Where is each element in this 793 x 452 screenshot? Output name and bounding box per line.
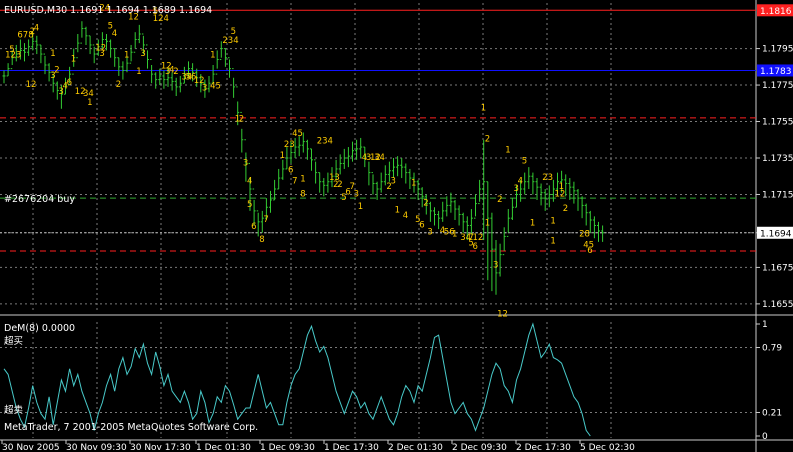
price-tick-label: 1.1735 bbox=[762, 154, 793, 164]
wave-count-label: 8 bbox=[259, 235, 264, 245]
overbought-label: 超买 bbox=[4, 335, 23, 347]
price-tick-label: 1.1655 bbox=[762, 300, 793, 310]
wave-count-label: 1 bbox=[395, 206, 400, 216]
wave-count-label: 1 bbox=[280, 151, 285, 161]
wave-count-label: 28 bbox=[579, 229, 590, 239]
wave-count-label: 6 bbox=[288, 166, 293, 176]
wave-count-label: 1 bbox=[559, 182, 564, 192]
price-tag-label: 1.1783 bbox=[760, 67, 792, 77]
time-tick-label: 2 Dec 01:30 bbox=[388, 443, 443, 452]
indicator-tick-label: 0.21 bbox=[762, 408, 782, 418]
wave-count-label: 5 bbox=[522, 156, 527, 166]
wave-count-label: 1 bbox=[71, 54, 76, 64]
wave-count-label: 7 bbox=[263, 215, 268, 225]
wave-count-label: 23 bbox=[284, 140, 295, 150]
wave-count-label: 4 bbox=[34, 23, 39, 33]
wave-count-label: 23 bbox=[542, 173, 553, 183]
wave-count-label: 1 bbox=[87, 98, 92, 108]
wave-count-label: 8 bbox=[300, 189, 305, 199]
wave-count-label: 45 bbox=[292, 129, 303, 139]
wave-count-label: 1 bbox=[452, 229, 457, 239]
wave-count-label: 1 bbox=[485, 218, 490, 228]
wave-count-label: 5 bbox=[9, 45, 14, 55]
wave-count-label: 3 bbox=[493, 260, 498, 270]
wave-count-label: 6 bbox=[473, 242, 478, 252]
wave-count-label: 5 bbox=[231, 27, 236, 37]
wave-count-label: 2 bbox=[173, 67, 178, 77]
wave-count-label: 1 bbox=[530, 218, 535, 228]
wave-count-label: 3 bbox=[202, 84, 207, 94]
wave-count-label: 234 bbox=[317, 136, 333, 146]
wave-count-label: 7 bbox=[292, 177, 297, 187]
oversold-label: 超卖 bbox=[4, 404, 23, 416]
wave-count-label: 34 bbox=[374, 153, 385, 163]
wave-count-label: 3 bbox=[140, 49, 145, 59]
wave-count-label: 3 bbox=[427, 228, 432, 238]
wave-count-label: 4 bbox=[403, 211, 408, 221]
indicator-tick-label: 0 bbox=[762, 432, 768, 442]
price-tick-label: 1.1675 bbox=[762, 263, 793, 273]
wave-count-label: 2 bbox=[337, 180, 342, 190]
wave-count-label: 1 bbox=[505, 146, 510, 156]
time-tick-label: 30 Nov 17:30 bbox=[130, 443, 191, 452]
wave-count-label: 12 bbox=[497, 310, 508, 320]
wave-count-label: 3 bbox=[99, 49, 104, 59]
wave-count-label: 2 bbox=[497, 195, 502, 205]
wave-count-label: 6 bbox=[67, 78, 72, 88]
indicator-title: DeM(8) 0.0000 bbox=[4, 323, 75, 334]
wave-count-label: 2 bbox=[563, 204, 568, 214]
wave-count-label: 3 bbox=[243, 158, 248, 168]
time-tick-label: 2 Dec 09:30 bbox=[452, 443, 507, 452]
wave-count-label: 1 bbox=[481, 104, 486, 114]
wave-count-label: 1 bbox=[136, 67, 141, 77]
price-tag-label: 1.1694 bbox=[760, 229, 792, 239]
time-tick-label: 5 Dec 02:30 bbox=[580, 443, 635, 452]
wave-count-label: 3 bbox=[391, 177, 396, 187]
wave-count-label: 1 bbox=[300, 175, 305, 185]
wave-count-label: 2 bbox=[485, 135, 490, 145]
wave-count-label: 1 bbox=[124, 51, 129, 61]
wave-count-label: 6 bbox=[251, 222, 256, 232]
wave-count-label: 4 bbox=[112, 29, 117, 39]
wave-count-label: 1 bbox=[550, 237, 555, 247]
wave-count-label: 12 bbox=[26, 80, 37, 90]
wave-count-label: 2 bbox=[116, 80, 121, 90]
time-tick-label: 1 Dec 17:30 bbox=[324, 443, 379, 452]
wave-count-label: 45 bbox=[210, 82, 221, 92]
wave-count-label: 6 bbox=[419, 220, 424, 230]
price-tag-label: 1.1816 bbox=[760, 7, 792, 17]
wave-count-label: 5 bbox=[247, 200, 252, 210]
wave-count-label: 2 bbox=[54, 65, 59, 75]
indicator-tick-label: 1 bbox=[762, 320, 768, 330]
wave-count-label: 1 bbox=[411, 178, 416, 188]
wave-count-label: 2 bbox=[423, 198, 428, 208]
wave-count-label: 1 bbox=[50, 49, 55, 59]
time-tick-label: 1 Dec 09:30 bbox=[260, 443, 315, 452]
price-tick-label: 1.1775 bbox=[762, 81, 793, 91]
price-tick-label: 1.1795 bbox=[762, 45, 793, 55]
wave-count-label: 1 bbox=[550, 217, 555, 227]
wave-count-label: 1 bbox=[210, 51, 215, 61]
wave-count-label: 12 bbox=[473, 233, 484, 243]
wave-count-label: 3 bbox=[354, 189, 359, 199]
buy-order-label: #2676204 buy bbox=[4, 194, 75, 205]
chart-title: EURUSD,M30 1.1691 1.1694 1.1689 1.1694 bbox=[4, 5, 212, 16]
price-tick-label: 1.1755 bbox=[762, 118, 793, 128]
wave-count-label: 4 bbox=[518, 177, 523, 187]
copyright-text: MetaTrader, 7 2001-2005 MetaQuotes Softw… bbox=[4, 422, 258, 433]
trading-chart: 1235678122413234611234112324542112131245… bbox=[0, 0, 793, 452]
price-tick-label: 1.1715 bbox=[762, 190, 793, 200]
wave-count-label: 6 bbox=[587, 246, 592, 256]
wave-count-label: 2 bbox=[239, 115, 244, 125]
wave-count-label: 234 bbox=[222, 36, 238, 46]
time-tick-label: 2 Dec 17:30 bbox=[516, 443, 571, 452]
time-tick-label: 1 Dec 01:30 bbox=[196, 443, 251, 452]
time-tick-label: 30 Nov 2005 bbox=[2, 443, 60, 452]
wave-count-label: 4 bbox=[247, 177, 252, 187]
wave-count-label: 1 bbox=[358, 202, 363, 212]
time-tick-label: 30 Nov 09:30 bbox=[66, 443, 127, 452]
indicator-tick-label: 0.79 bbox=[762, 344, 782, 354]
